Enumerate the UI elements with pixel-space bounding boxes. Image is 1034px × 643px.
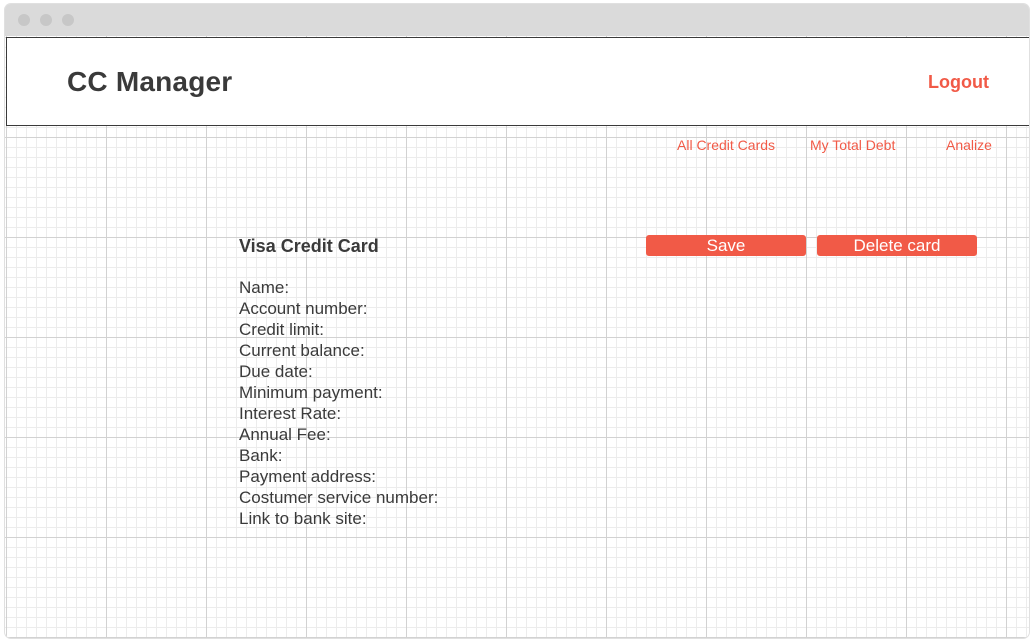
- field-label-bank-site-link: Link to bank site:: [239, 509, 367, 528]
- field-label-bank: Bank:: [239, 446, 283, 465]
- card-field-list: Name: Account number: Credit limit: Curr…: [239, 277, 438, 529]
- browser-window: CC Manager Logout All Credit Cards My To…: [5, 4, 1029, 638]
- field-label-minimum-payment: Minimum payment:: [239, 383, 383, 402]
- nav-my-total-debt[interactable]: My Total Debt: [810, 137, 895, 153]
- field-label-annual-fee: Annual Fee:: [239, 425, 331, 444]
- delete-card-button[interactable]: Delete card: [817, 235, 977, 256]
- logout-link[interactable]: Logout: [928, 72, 989, 93]
- field-label-interest-rate: Interest Rate:: [239, 404, 342, 423]
- nav-all-credit-cards[interactable]: All Credit Cards: [677, 137, 775, 153]
- field-label-payment-address: Payment address:: [239, 467, 377, 486]
- app-title: CC Manager: [67, 66, 233, 97]
- window-minimize-dot[interactable]: [40, 14, 52, 26]
- field-label-name: Name:: [239, 278, 290, 297]
- field-label-credit-limit: Credit limit:: [239, 320, 325, 339]
- nav-analize[interactable]: Analize: [946, 137, 992, 153]
- window-zoom-dot[interactable]: [62, 14, 74, 26]
- field-label-due-date: Due date:: [239, 362, 313, 381]
- app-header: CC Manager Logout: [6, 37, 1029, 126]
- window-titlebar: [5, 4, 1029, 36]
- field-label-current-balance: Current balance:: [239, 341, 365, 360]
- grid-canvas: [5, 36, 1029, 638]
- field-label-account-number: Account number:: [239, 299, 368, 318]
- window-close-dot[interactable]: [18, 14, 30, 26]
- field-label-customer-service-number: Costumer service number:: [239, 488, 439, 507]
- save-button[interactable]: Save: [646, 235, 806, 256]
- card-title: Visa Credit Card: [239, 236, 379, 256]
